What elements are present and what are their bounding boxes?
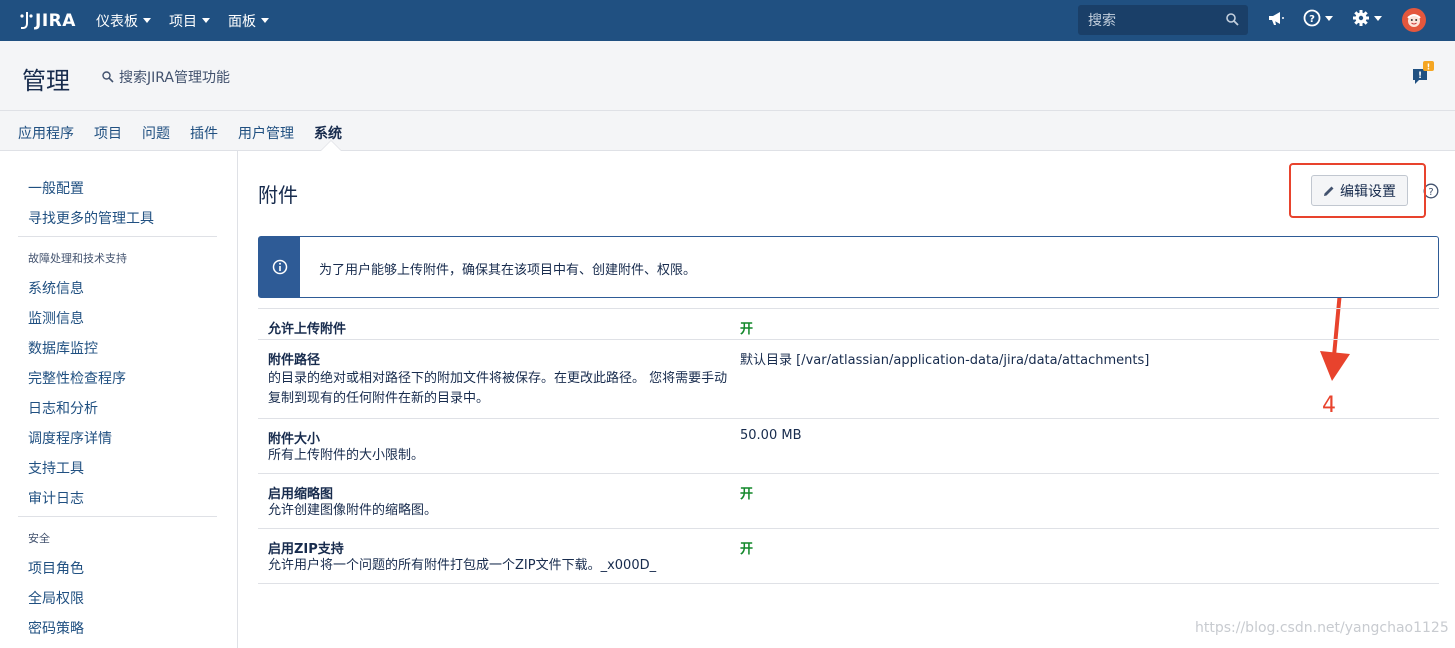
section-title: 附件	[258, 183, 298, 207]
admin-settings-button[interactable]	[1352, 9, 1382, 27]
info-message: 为了用户能够上传附件，确保其在该项目中有、创建附件、权限。	[258, 236, 1439, 298]
search-icon	[1226, 13, 1239, 26]
sidebar-item-logging-profiling[interactable]: 日志和分析	[28, 398, 98, 418]
chevron-down-icon	[1374, 15, 1382, 21]
setting-description: 所有上传附件的大小限制。	[268, 448, 425, 463]
setting-description: 允许用户将一个问题的所有附件打包成一个ZIP文件下载。_x000D_	[268, 558, 657, 573]
nav-boards-label: 面板	[228, 13, 256, 30]
user-avatar[interactable]	[1402, 8, 1426, 32]
sidebar-item-project-roles[interactable]: 项目角色	[28, 558, 84, 578]
sidebar-item-find-more-admin-tools[interactable]: 寻找更多的管理工具	[28, 208, 154, 228]
table-row: 启用缩略图 允许创建图像附件的缩略图。 开	[258, 474, 1439, 529]
admin-header: 管理 搜索JIRA管理功能 ! !	[0, 41, 1455, 111]
chevron-down-icon	[202, 18, 210, 23]
tab-issues[interactable]: 问题	[142, 123, 170, 143]
admin-tabs: 应用程序 项目 问题 插件 用户管理 系统	[0, 111, 1455, 151]
jira-logo[interactable]: JIRA	[19, 11, 77, 31]
svg-text:?: ?	[1309, 14, 1315, 25]
announcement-button[interactable]	[1267, 9, 1285, 27]
table-row: 附件路径 的目录的绝对或相对路径下的附加文件将被保存。在更改此路径。 您将需要手…	[258, 340, 1439, 419]
feedback-button[interactable]: ! !	[1412, 61, 1436, 89]
feedback-icon: ! !	[1413, 61, 1434, 84]
sidebar-item-audit-log[interactable]: 审计日志	[28, 488, 84, 508]
nav-projects[interactable]: 项目	[169, 11, 210, 31]
sidebar-item-global-permissions[interactable]: 全局权限	[28, 588, 84, 608]
setting-value: 默认目录 [/var/atlassian/application-data/ji…	[740, 353, 1150, 368]
setting-name: 附件路径	[268, 353, 321, 368]
chevron-down-icon	[143, 18, 151, 23]
tab-projects[interactable]: 项目	[94, 123, 122, 143]
setting-name: 附件大小	[268, 432, 321, 447]
sidebar-section-troubleshooting: 故障处理和技术支持	[28, 252, 127, 265]
sidebar-section-security: 安全	[28, 532, 50, 545]
help-icon: ?	[1303, 9, 1321, 27]
search-icon	[102, 71, 114, 83]
avatar-face-icon	[1407, 14, 1421, 27]
admin-search-link[interactable]: 搜索JIRA管理功能	[102, 67, 230, 87]
quick-search-input[interactable]: 搜索	[1078, 5, 1248, 35]
nav-boards[interactable]: 面板	[228, 11, 269, 31]
chevron-down-icon	[1325, 15, 1333, 21]
sidebar-item-support-tools[interactable]: 支持工具	[28, 458, 84, 478]
setting-value: 开	[740, 542, 754, 557]
setting-description: 的目录的绝对或相对路径下的附加文件将被保存。在更改此路径。 您将需要手动复制到现…	[268, 371, 728, 406]
sidebar: 一般配置 寻找更多的管理工具 故障处理和技术支持 系统信息 监测信息 数据库监控…	[0, 151, 238, 648]
table-row: 允许上传附件 开	[258, 309, 1439, 340]
info-message-text: 为了用户能够上传附件，确保其在该项目中有、创建附件、权限。	[319, 263, 697, 278]
nav-projects-label: 项目	[169, 13, 197, 30]
tab-user-management[interactable]: 用户管理	[238, 123, 294, 143]
help-menu-button[interactable]: ?	[1303, 9, 1333, 27]
setting-value: 50.00 MB	[740, 428, 802, 443]
tab-addons[interactable]: 插件	[190, 123, 218, 143]
info-message-bar	[259, 237, 300, 297]
svg-text:!: !	[1427, 63, 1431, 72]
page-title: 管理	[22, 67, 70, 95]
svg-text:!: !	[1418, 71, 1422, 81]
search-placeholder: 搜索	[1088, 13, 1116, 29]
logo-text: JIRA	[35, 10, 76, 31]
table-row: 启用ZIP支持 允许用户将一个问题的所有附件打包成一个ZIP文件下载。_x000…	[258, 529, 1439, 584]
setting-name: 启用ZIP支持	[268, 542, 344, 557]
setting-name: 启用缩略图	[268, 487, 334, 502]
nav-dashboards-label: 仪表板	[96, 13, 138, 30]
sidebar-item-integrity-checker[interactable]: 完整性检查程序	[28, 368, 126, 388]
jira-logo-icon	[20, 11, 33, 29]
nav-dashboards[interactable]: 仪表板	[96, 11, 151, 31]
svg-text:?: ?	[1428, 187, 1433, 198]
sidebar-divider	[18, 516, 217, 517]
admin-search-label: 搜索JIRA管理功能	[119, 70, 230, 86]
sidebar-item-general-config[interactable]: 一般配置	[28, 178, 84, 198]
sidebar-item-database-monitoring[interactable]: 数据库监控	[28, 338, 98, 358]
info-icon	[272, 259, 287, 275]
sidebar-item-system-info[interactable]: 系统信息	[28, 278, 84, 298]
attachment-settings-table: 允许上传附件 开 附件路径 的目录的绝对或相对路径下的附加文件将被保存。在更改此…	[258, 308, 1439, 584]
setting-value: 开	[740, 487, 754, 502]
chevron-down-icon	[261, 18, 269, 23]
gear-icon	[1353, 10, 1369, 26]
top-navigation-bar: JIRA 仪表板 项目 面板 搜索 ?	[0, 0, 1455, 41]
sidebar-item-password-policy[interactable]: 密码策略	[28, 618, 84, 638]
megaphone-icon	[1269, 12, 1284, 25]
sidebar-divider	[18, 236, 217, 237]
table-row: 附件大小 所有上传附件的大小限制。 50.00 MB	[258, 419, 1439, 474]
watermark: https://blog.csdn.net/yangchao1125	[1195, 620, 1449, 636]
setting-name: 允许上传附件	[268, 322, 347, 337]
tab-applications[interactable]: 应用程序	[18, 123, 74, 143]
setting-description: 允许创建图像附件的缩略图。	[268, 503, 438, 518]
setting-value: 开	[740, 322, 754, 337]
active-tab-indicator	[321, 141, 341, 151]
sidebar-item-instrumentation[interactable]: 监测信息	[28, 308, 84, 328]
sidebar-item-scheduler-details[interactable]: 调度程序详情	[28, 428, 112, 448]
annotation-highlight-box	[1289, 163, 1426, 218]
